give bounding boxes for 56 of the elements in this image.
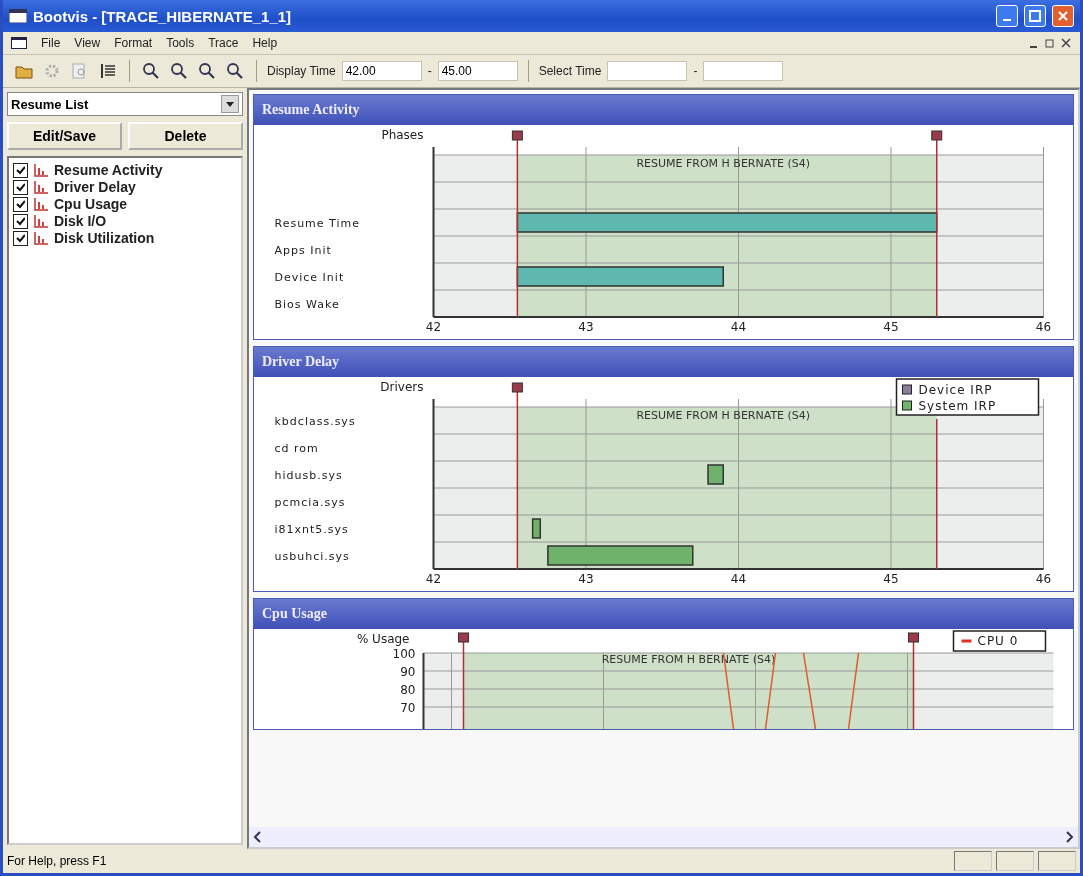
row-label: cd rom (274, 442, 319, 455)
chart-legend: Device IRP System IRP (895, 378, 1040, 416)
menu-item[interactable]: Tools (166, 36, 195, 50)
axis-tick-label: 45 (883, 572, 899, 586)
row-label: Device Init (274, 271, 345, 284)
axis-tick-label: 45 (883, 320, 899, 334)
row-label: i81xnt5.sys (274, 523, 349, 536)
range-dash: - (693, 64, 698, 78)
axis-tick-label: 46 (1035, 320, 1052, 334)
range-dash: - (427, 64, 432, 78)
chart-list-item[interactable]: Driver Delay (54, 179, 136, 195)
window-title: Bootvis - [TRACE_HIBERNATE_1_1] (33, 7, 293, 25)
menu-item[interactable]: File (41, 36, 61, 50)
chart-list-item[interactable]: Disk Utilization (54, 230, 155, 246)
menu-item[interactable]: Trace (208, 36, 239, 50)
row-label: hidusb.sys (274, 469, 343, 482)
axis-tick-label: 46 (1035, 572, 1052, 586)
menu-item[interactable]: View (74, 36, 101, 50)
axis-tick-label: 80 (400, 683, 416, 697)
axis-tick-label: 42 (425, 320, 442, 334)
row-label: Apps Init (274, 244, 332, 257)
row-label: pcmcia.sys (274, 496, 346, 509)
row-label: usbuhci.sys (274, 550, 350, 563)
panel-title: Cpu Usage (254, 599, 1073, 629)
row-label: kbdclass.sys (274, 415, 356, 428)
axis-title: Drivers (380, 380, 424, 394)
sidebar-button[interactable]: Delete (128, 122, 243, 150)
chart-list-item[interactable]: Resume Activity (54, 162, 163, 178)
list-dropdown[interactable]: Resume List (7, 92, 243, 116)
axis-title: % Usage (356, 632, 410, 646)
panel-title: Resume Activity (254, 95, 1073, 125)
axis-tick-label: 100 (392, 647, 416, 661)
phase-annotation: RESUME FROM H BERNATE (S4) (636, 409, 811, 422)
menu-item[interactable]: Format (114, 36, 153, 50)
row-label: Bios Wake (274, 298, 340, 311)
phase-annotation: RESUME FROM H BERNATE (S4) (636, 157, 811, 170)
row-label: Resume Time (274, 217, 361, 230)
axis-tick-label: 42 (425, 572, 442, 586)
sidebar-button[interactable]: Edit/Save (7, 122, 122, 150)
display-time-label: Display Time (267, 64, 336, 78)
panel-title: Driver Delay (254, 347, 1073, 377)
display-from-field[interactable]: 42.00 (341, 61, 422, 81)
status-text: For Help, press F1 (7, 854, 108, 868)
chart-list-item[interactable]: Cpu Usage (54, 196, 128, 212)
axis-tick-label: 44 (730, 320, 747, 334)
display-to-field[interactable]: 45.00 (437, 61, 518, 81)
axis-tick-label: 44 (730, 572, 747, 586)
axis-tick-label: 43 (578, 320, 594, 334)
menu-item[interactable]: Help (252, 36, 278, 50)
chart-list-item[interactable]: Disk I/O (54, 213, 107, 229)
chart-legend: CPU 0 (952, 630, 1047, 652)
axis-tick-label: 90 (400, 665, 416, 679)
select-time-label: Select Time (538, 64, 602, 78)
axis-title: Phases (381, 128, 424, 142)
axis-tick-label: 43 (578, 572, 594, 586)
axis-tick-label: 70 (400, 701, 416, 715)
